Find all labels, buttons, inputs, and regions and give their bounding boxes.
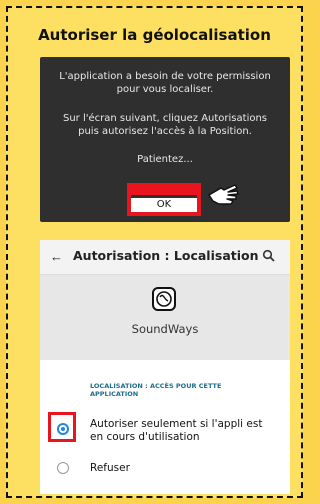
dialog-text-line: L'application a besoin de votre permissi…: [59, 71, 271, 82]
radio-allow-while-using[interactable]: [57, 423, 69, 435]
radio-deny[interactable]: [57, 462, 69, 474]
dialog-text-line: puis autorisez l'accès à la Position.: [78, 126, 252, 137]
search-icon[interactable]: [262, 249, 276, 263]
screen-title: Autorisation : Localisation: [73, 248, 259, 263]
ok-button[interactable]: OK: [131, 195, 197, 212]
option-allow-while-using[interactable]: Autoriser seulement si l'appli est en co…: [90, 418, 280, 444]
section-header-line: APPLICATION: [90, 390, 139, 398]
option-label-line: Autoriser seulement si l'appli est: [90, 418, 263, 430]
option-label-line: en cours d'utilisation: [90, 431, 200, 443]
dialog-text-line: pour vous localiser.: [116, 84, 214, 95]
section-header-line: LOCALISATION : ACCÈS POUR CETTE: [90, 382, 222, 390]
app-bar: ← Autorisation : Localisation: [40, 240, 290, 275]
back-arrow-icon[interactable]: ←: [50, 249, 63, 264]
app-name: SoundWays: [131, 322, 199, 336]
section-header: LOCALISATION : ACCÈS POUR CETTE APPLICAT…: [90, 382, 280, 398]
dialog-text-line: Sur l'écran suivant, cliquez Autorisatio…: [62, 113, 268, 124]
app-info-header: SoundWays: [40, 275, 290, 360]
dialog-waiting-text: Patientez...: [137, 154, 193, 165]
option-deny[interactable]: Refuser: [90, 462, 280, 475]
android-permission-screen: ← Autorisation : Localisation SoundWays …: [40, 240, 290, 494]
pointing-hand-icon: [208, 184, 239, 205]
card-title: Autoriser la géolocalisation: [38, 26, 271, 44]
app-logo-icon: [152, 287, 176, 311]
